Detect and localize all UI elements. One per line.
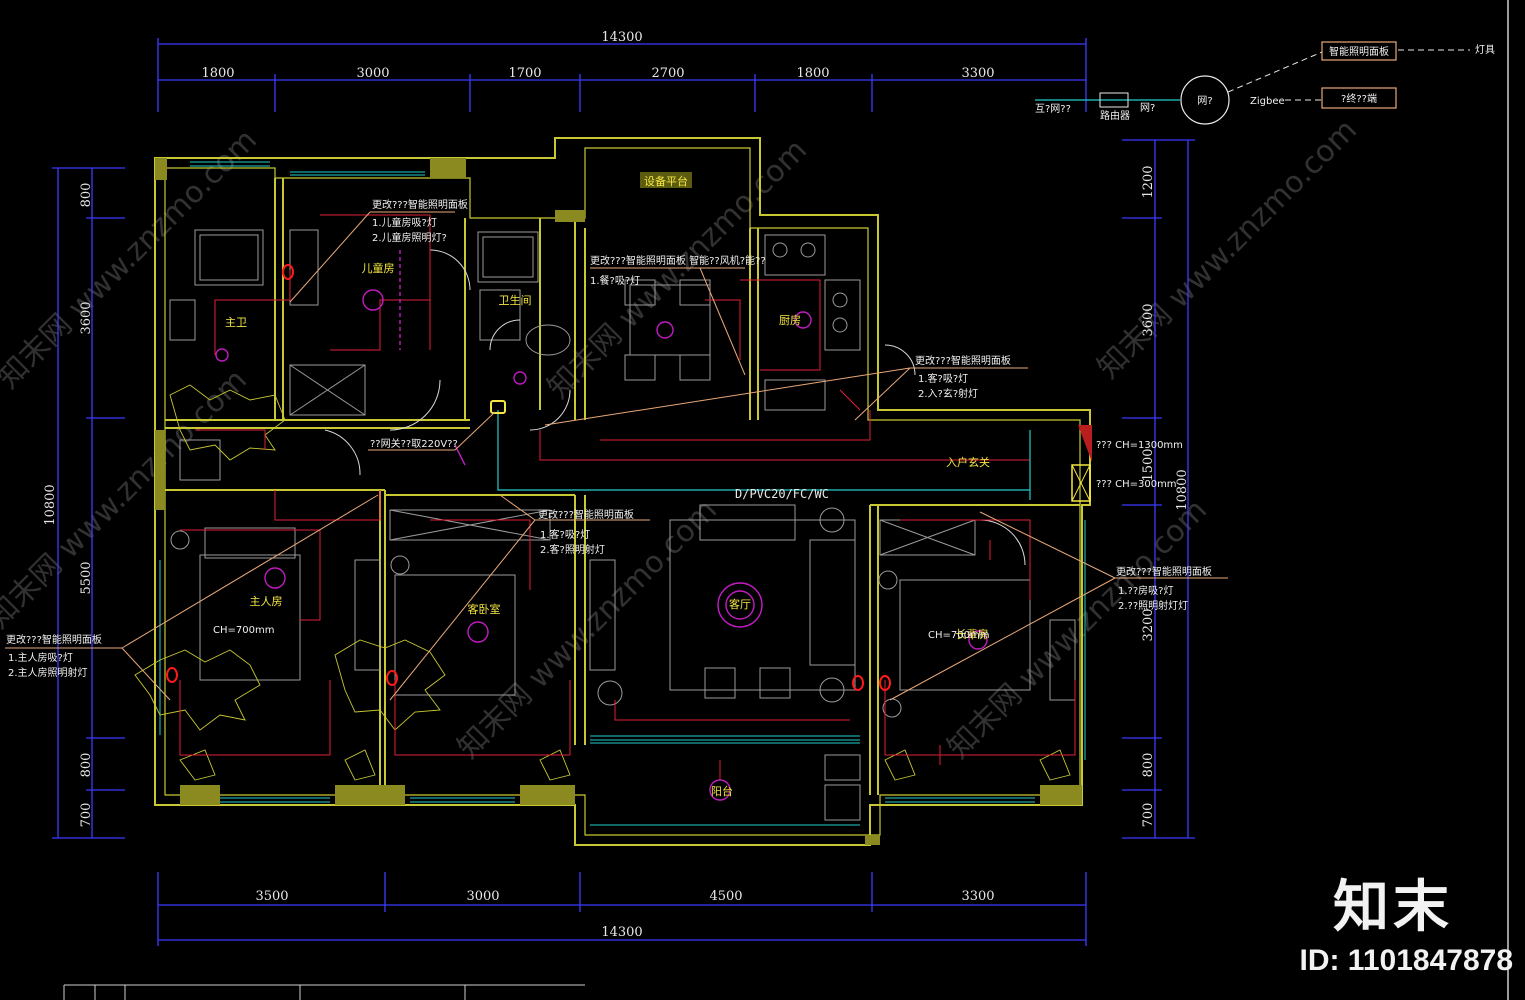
watermark-4: 知末网 www.znzmo.com — [0, 363, 254, 636]
label-guest-bath: 卫生间 — [499, 293, 532, 307]
brand-logo: 知末 — [1333, 875, 1453, 940]
dim-top-6: 3300 — [961, 66, 994, 81]
dim-right-3: 1500 — [1141, 448, 1156, 481]
dim-bottom-1: 3500 — [255, 889, 288, 904]
note-dining-1: 更改???智能照明面板 智能??风机?能?? — [590, 254, 766, 267]
note-mid-1: 更改???智能照明面板 — [538, 508, 634, 521]
dim-bottom-4: 3300 — [961, 889, 994, 904]
note-mid-3: 2.客?照明射灯 — [540, 543, 605, 556]
watermark-1: 知末网 www.znzmo.com — [0, 123, 264, 396]
label-child-room: 儿童房 — [362, 261, 395, 275]
watermark-3: 知末网 www.znzmo.com — [1091, 113, 1364, 386]
note-cable: D/PVC20/FC/WC — [735, 487, 829, 501]
note-left-3: 2.主人房照明射灯 — [8, 666, 88, 679]
dim-right-total: 10800 — [1175, 469, 1190, 510]
dim-right-2: 3600 — [1141, 303, 1156, 336]
dim-top-4: 2700 — [651, 66, 684, 81]
plants-curtains — [134, 384, 1071, 781]
dim-top-3: 1700 — [508, 66, 541, 81]
note-dining-2: 1.餐?吸?灯 — [590, 274, 640, 287]
label-living-room: 客厅 — [729, 597, 751, 611]
legend-zigbee: Zigbee — [1250, 96, 1285, 107]
note-entry-2: 1.客?吸?灯 — [918, 372, 968, 385]
note-ch-700-a: CH=700mm — [213, 625, 274, 636]
note-entry-1: 更改???智能照明面板 — [915, 354, 1011, 367]
dim-top-5: 1800 — [796, 66, 829, 81]
note-panel-right-1: ??? CH=1300mm — [1096, 440, 1183, 451]
legend-mid-text: 网? — [1140, 102, 1155, 114]
label-master-bedroom: 主人房 — [250, 595, 283, 608]
dim-left-4: 800 — [79, 753, 94, 778]
note-right-3: 2.??照明射灯灯 — [1118, 600, 1188, 612]
note-power: ??网关??取220V?? — [370, 437, 458, 450]
label-kitchen: 厨房 — [779, 314, 801, 327]
floor-plan-drawing: 知末网 www.znzmo.com 知末网 www.znzmo.com 知末网 … — [0, 0, 1509, 1000]
legend-smart-panel: 智能照明面板 — [1329, 45, 1389, 58]
dim-top-1: 1800 — [201, 66, 234, 81]
label-guest-bedroom: 客卧室 — [468, 602, 501, 616]
note-left-1: 更改???智能照明面板 — [6, 633, 102, 646]
dim-right-1: 1200 — [1141, 165, 1156, 198]
note-child-3: 2.儿童房照明灯? — [372, 231, 447, 244]
label-master-bath: 主卫 — [225, 316, 247, 329]
dim-right-4: 3200 — [1141, 608, 1156, 641]
brand-id: ID: 1101847878 — [1299, 944, 1513, 977]
legend-device: ?终??端 — [1341, 92, 1377, 105]
note-panel-right-2: ??? CH=300mm — [1096, 479, 1177, 490]
dim-left-5: 700 — [79, 803, 94, 828]
title-block — [63, 984, 585, 1000]
dim-top-total: 14300 — [601, 30, 642, 45]
label-equipment-platform: 设备平台 — [644, 174, 688, 188]
legend-router: 路由器 — [1100, 109, 1130, 122]
legend-lamp: 灯具 — [1475, 44, 1495, 56]
dim-bottom-2: 3000 — [466, 889, 499, 904]
dim-bottom-total: 14300 — [601, 925, 642, 940]
legend-left-text: 互?网?? — [1035, 103, 1071, 115]
note-right-2: 1.??房吸?灯 — [1118, 584, 1173, 597]
top-dimension-lines — [157, 38, 1087, 112]
legend-gateway: 网? — [1197, 95, 1212, 107]
note-right-1: 更改???智能照明面板 — [1116, 565, 1212, 578]
note-child-1: 更改???智能照明面板 — [372, 198, 468, 211]
label-balcony: 阳台 — [711, 784, 733, 798]
label-entry: 入户玄关 — [946, 455, 990, 469]
note-child-2: 1.儿童房吸?灯 — [372, 216, 437, 229]
note-entry-3: 2.入?玄?射灯 — [918, 387, 978, 400]
dim-left-total: 10800 — [43, 484, 58, 525]
dim-left-1: 800 — [79, 183, 94, 208]
dim-top-2: 3000 — [356, 66, 389, 81]
dim-left-2: 3600 — [79, 301, 94, 334]
dim-bottom-3: 4500 — [709, 889, 742, 904]
note-ch-700-b: CH=700mm — [928, 630, 989, 641]
dim-right-5: 800 — [1141, 753, 1156, 778]
note-mid-2: 1.客?吸?灯 — [540, 528, 590, 541]
dim-right-6: 700 — [1141, 803, 1156, 828]
note-left-2: 1.主人房吸?灯 — [8, 651, 73, 664]
dim-left-3: 5500 — [79, 561, 94, 594]
